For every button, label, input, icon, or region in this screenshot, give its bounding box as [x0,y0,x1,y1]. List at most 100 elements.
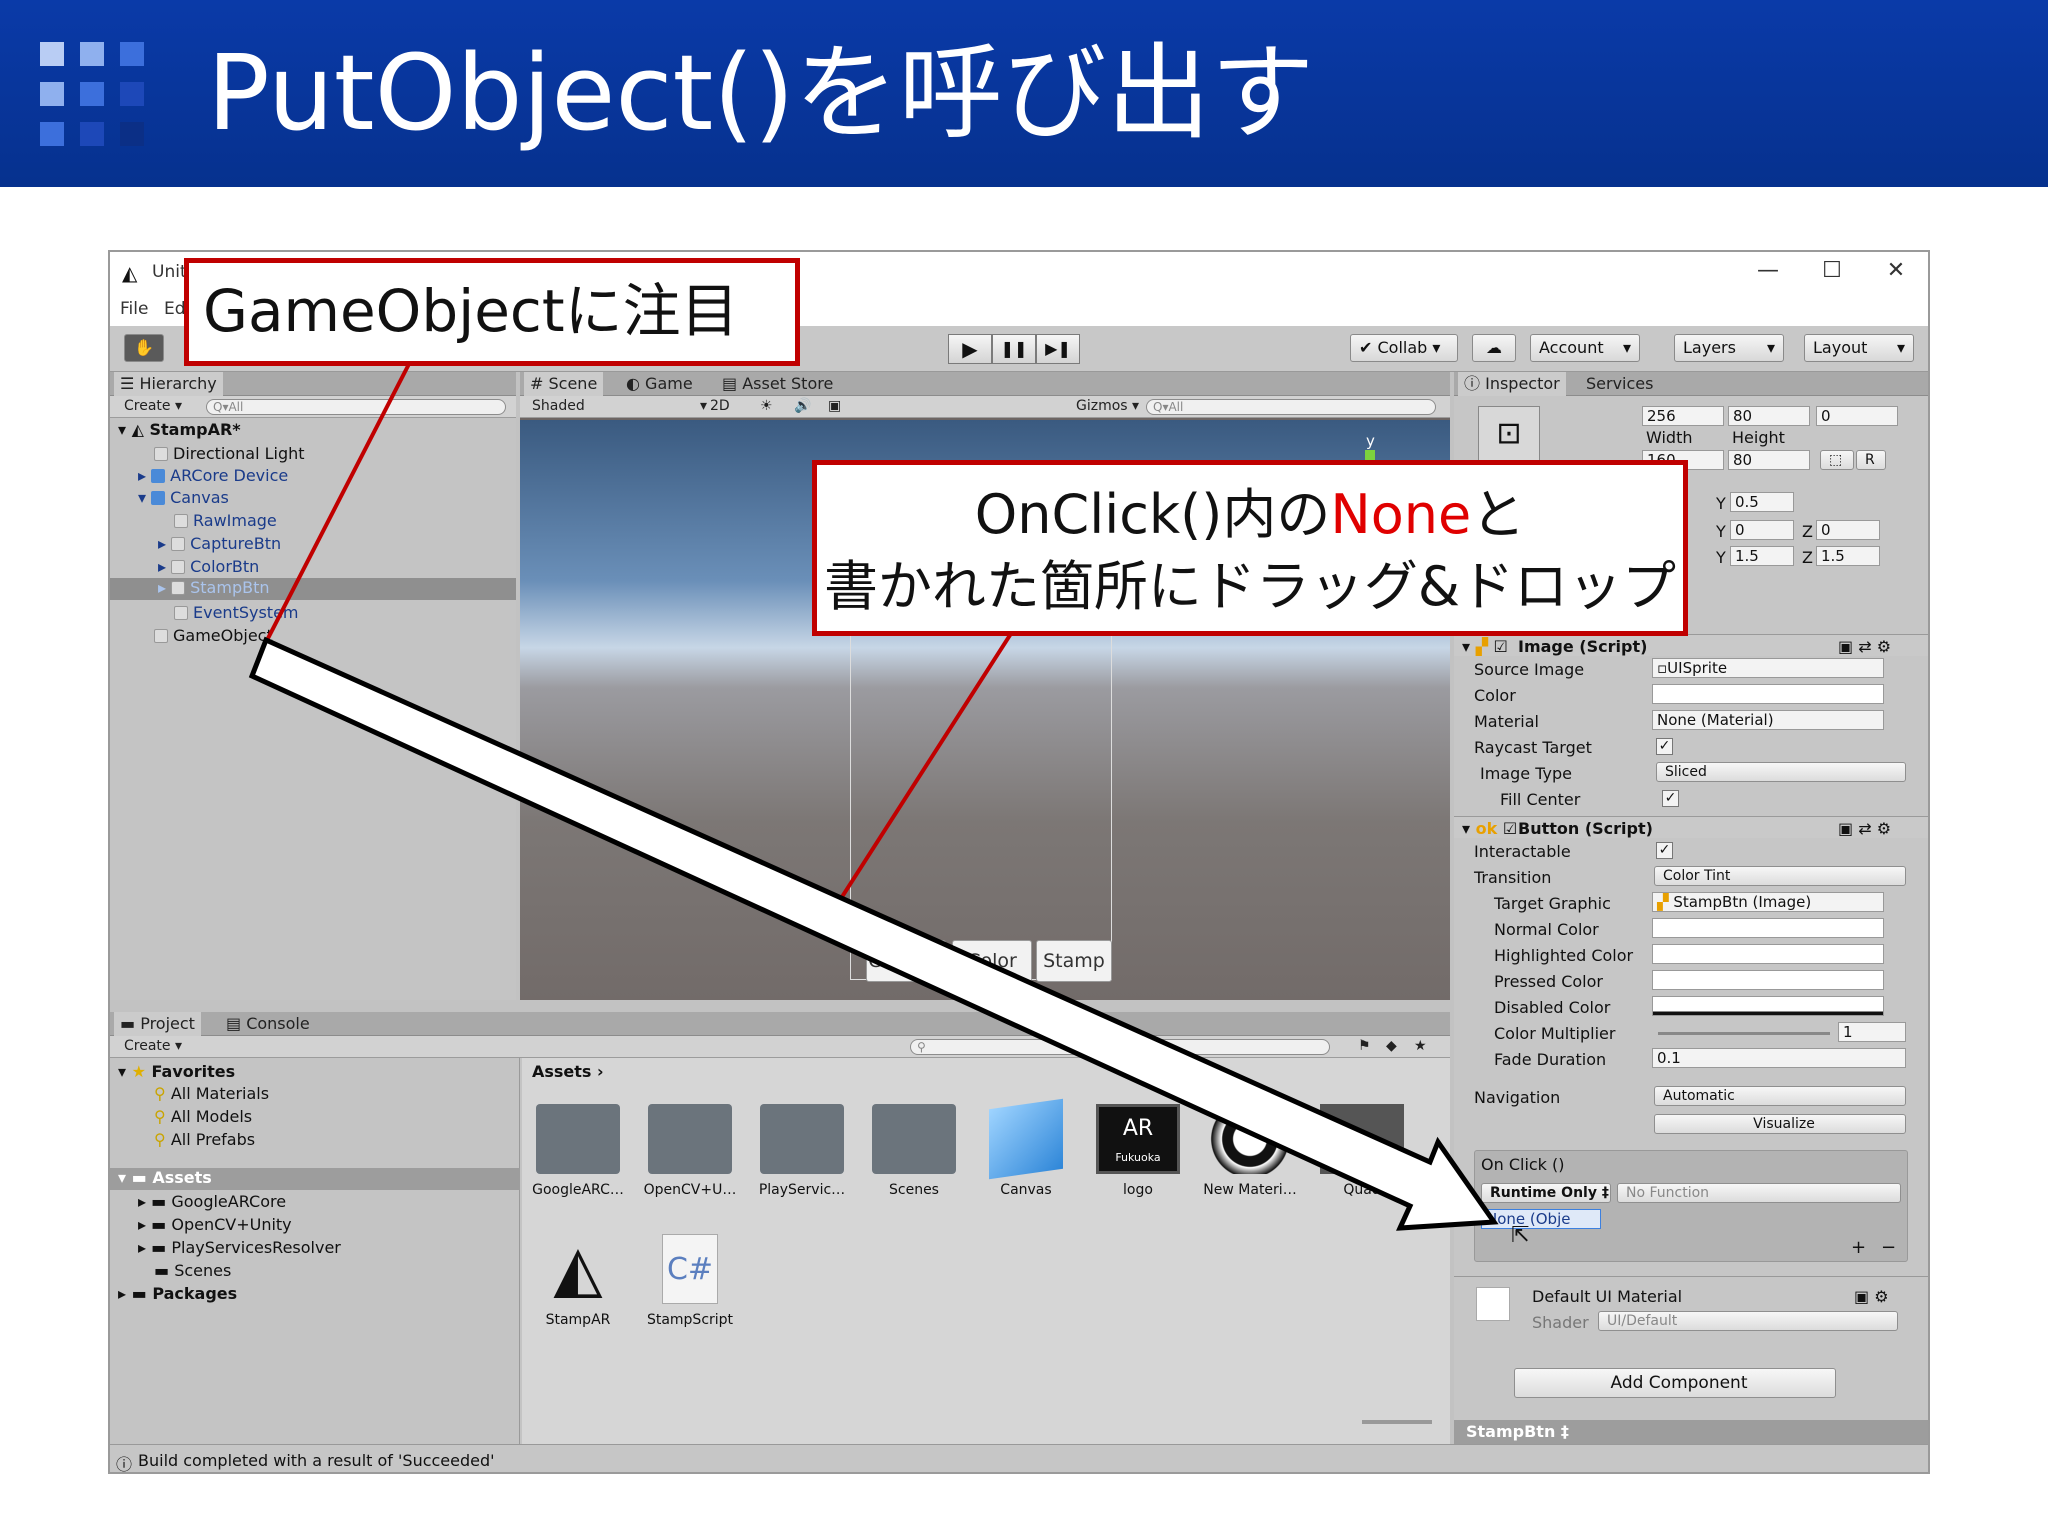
asset-folder-item[interactable]: ▸ ▬ GoogleARCore [138,1192,286,1211]
tab-asset-store[interactable]: ▤ Asset Store [716,372,839,396]
close-button[interactable]: ✕ [1876,258,1916,283]
material-settings-icon[interactable]: ▣ ⚙ [1854,1287,1889,1306]
normal-color-field[interactable] [1652,918,1884,938]
mode-2d-button[interactable]: 2D [710,398,730,414]
hierarchy-item-selected[interactable]: ▸ StampBtn [110,578,516,600]
color-field[interactable] [1652,684,1884,704]
minimize-button[interactable]: — [1748,258,1788,283]
hierarchy-item[interactable]: ▸ ColorBtn [158,557,259,576]
filter-type-icon[interactable]: ⚑ [1358,1038,1371,1054]
color-multiplier-slider[interactable] [1658,1032,1830,1035]
project-create-button[interactable]: Create ▾ [124,1038,182,1054]
color-multiplier-field[interactable]: 1 [1838,1022,1906,1042]
color-ui-button[interactable]: Color [952,940,1032,982]
fade-duration-field[interactable]: 0.1 [1652,1048,1906,1068]
filter-label-icon[interactable]: ◆ [1386,1038,1397,1054]
menu-edit[interactable]: Ed [164,299,186,319]
hierarchy-item[interactable]: RawImage [174,511,277,530]
tab-inspector[interactable]: ⓘ Inspector [1458,372,1566,396]
asset-tile[interactable]: C# StampScript [640,1234,740,1328]
pos-y-field[interactable]: 80 [1728,406,1810,426]
hand-tool-button[interactable]: ✋ [124,334,164,362]
stamp-ui-button[interactable]: Stamp [1036,940,1112,982]
image-effects-icon[interactable]: ▣ [828,398,841,414]
pause-button[interactable]: ❚❚ [992,334,1036,364]
asset-breadcrumb[interactable]: Assets › [532,1062,604,1081]
function-dropdown[interactable]: No Function [1617,1183,1901,1203]
asset-folder-item[interactable]: ▸ ▬ OpenCV+Unity [138,1215,292,1234]
audio-icon[interactable]: 🔊 [794,398,811,414]
scene-search-input[interactable]: Q▾All [1146,399,1436,415]
target-graphic-field[interactable]: ▞ StampBtn (Image) [1652,892,1884,912]
component-settings-icon[interactable]: ▣ ⇄ ⚙ [1838,819,1891,838]
shaded-dropdown[interactable]: Shaded [532,398,585,414]
pos-z-field[interactable]: 0 [1816,406,1898,426]
tab-project[interactable]: ▬ Project [114,1012,201,1036]
scale-z-field[interactable]: 1.5 [1816,546,1880,566]
scale-y-field[interactable]: 1.5 [1730,546,1794,566]
blueprint-mode-button[interactable]: ⬚ [1820,450,1854,470]
fill-center-checkbox[interactable]: ✓ [1662,790,1679,807]
asset-tile[interactable]: Scenes [864,1104,964,1198]
capture-ui-button[interactable]: Capture [866,940,946,982]
favorite-item[interactable]: ⚲ All Prefabs [154,1130,255,1149]
tab-hierarchy[interactable]: ☰ Hierarchy [114,372,223,396]
tab-game[interactable]: ◐ Game [620,372,699,396]
tab-console[interactable]: ▤ Console [220,1012,316,1036]
menu-file[interactable]: File [120,299,148,319]
play-button[interactable]: ▶ [948,334,992,364]
packages-item[interactable]: ▸ ▬ Packages [118,1284,237,1303]
disabled-color-field[interactable] [1652,996,1884,1016]
step-button[interactable]: ▶❚ [1036,334,1080,364]
layers-dropdown[interactable]: Layers ▾ [1674,334,1784,362]
navigation-dropdown[interactable]: Automatic [1654,1086,1906,1106]
height-field[interactable]: 80 [1728,450,1810,470]
raw-edit-button[interactable]: R [1856,450,1886,470]
favorites-item[interactable]: ▾ ★ Favorites [118,1062,235,1081]
scene-root-item[interactable]: ▾ ◭ StampAR* [118,420,241,439]
button-component-header[interactable]: ▾ ok ☑ Button (Script) ▣ ⇄ ⚙ [1454,816,1928,838]
asset-tile[interactable]: Canvas [976,1098,1076,1198]
shader-dropdown[interactable]: UI/Default [1598,1311,1898,1331]
asset-tile[interactable]: GoogleARC… [528,1104,628,1198]
light-icon[interactable]: ☀ [760,398,773,414]
hierarchy-item[interactable]: ▸ CaptureBtn [158,534,281,553]
project-search-input[interactable]: ⚲ [910,1039,1330,1055]
asset-tile[interactable]: OpenCV+U… [640,1104,740,1198]
rotation-z-field[interactable]: 0 [1816,520,1880,540]
assets-root-item[interactable]: ▾ ▬ Assets [110,1168,520,1190]
favorite-item[interactable]: ⚲ All Materials [154,1084,269,1103]
hierarchy-create-button[interactable]: Create ▾ [124,398,182,414]
favorite-star-icon[interactable]: ★ [1414,1038,1427,1054]
pivot-y-field[interactable]: 0.5 [1730,492,1794,512]
source-image-field[interactable]: ▫UISprite [1652,658,1884,678]
move-handle-icon[interactable]: ✳ [976,982,999,1000]
pressed-color-field[interactable] [1652,970,1884,990]
maximize-button[interactable]: ☐ [1812,258,1852,283]
gizmos-dropdown[interactable]: Gizmos ▾ [1076,398,1139,414]
favorite-item[interactable]: ⚲ All Models [154,1107,252,1126]
tab-services[interactable]: Services [1580,372,1659,396]
remove-event-button[interactable]: − [1881,1237,1896,1258]
cloud-button[interactable]: ☁ [1472,334,1516,362]
add-event-button[interactable]: + [1851,1237,1866,1258]
hierarchy-item[interactable]: ▾ Canvas [138,488,229,507]
raycast-target-checkbox[interactable]: ✓ [1656,738,1673,755]
asset-folder-item[interactable]: ▸ ▬ PlayServicesResolver [138,1238,341,1257]
highlighted-color-field[interactable] [1652,944,1884,964]
component-settings-icon[interactable]: ▣ ⇄ ⚙ [1838,637,1891,656]
material-field[interactable]: None (Material) [1652,710,1884,730]
hierarchy-item[interactable]: Directional Light [154,444,305,463]
visualize-button[interactable]: Visualize [1654,1114,1906,1134]
anchor-preset-icon[interactable]: ⊡ [1478,406,1540,462]
hierarchy-item-gameobject[interactable]: GameObject [154,626,273,645]
image-component-header[interactable]: ▾ ▞ ☑ Image (Script) ▣ ⇄ ⚙ [1454,634,1928,656]
asset-tile[interactable]: ◭ StampAR [528,1234,628,1328]
asset-tile[interactable]: New Materi… [1200,1104,1300,1198]
asset-tile[interactable]: AR Fukuoka logo [1088,1104,1188,1198]
runtime-only-dropdown[interactable]: Runtime Only ‡ [1481,1183,1611,1203]
hierarchy-item[interactable]: EventSystem [174,603,299,622]
layout-dropdown[interactable]: Layout ▾ [1804,334,1914,362]
asset-tile[interactable]: PlayServic… [752,1104,852,1198]
asset-tile[interactable]: Quad [1312,1104,1412,1198]
